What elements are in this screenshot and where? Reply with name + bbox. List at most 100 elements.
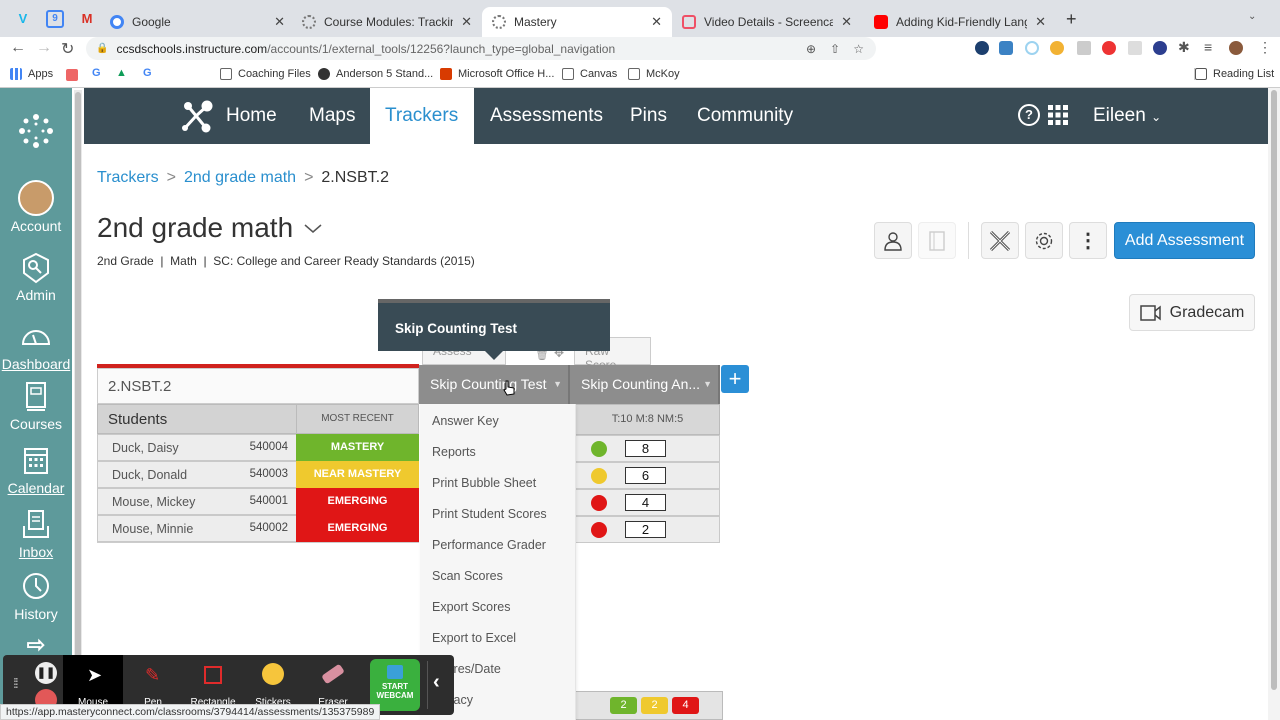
tab-google[interactable]: Google ✕: [100, 7, 295, 37]
menu-item-print-student-scores[interactable]: Print Student Scores: [432, 507, 547, 521]
pause-icon[interactable]: ❚❚: [35, 662, 57, 684]
nav-courses[interactable]: Courses: [0, 380, 72, 432]
nav-trackers[interactable]: Trackers: [370, 88, 474, 144]
masteryconnect-logo-icon[interactable]: [179, 98, 215, 134]
nav-calendar[interactable]: Calendar: [0, 444, 72, 496]
tab-course-modules[interactable]: Course Modules: Tracking a 2n ✕: [292, 7, 482, 37]
student-row[interactable]: Mouse, Mickey 540001: [97, 488, 297, 515]
close-tab-icon[interactable]: ✕: [841, 14, 852, 30]
menu-item-print-bubble-sheet[interactable]: Print Bubble Sheet: [432, 476, 536, 490]
collapse-chevron-left-icon[interactable]: ‹: [433, 671, 440, 694]
back-icon[interactable]: ←: [10, 39, 26, 57]
menu-item-scan-scores[interactable]: Scan Scores: [432, 569, 503, 583]
extension-icon[interactable]: [1077, 41, 1091, 55]
student-row[interactable]: Duck, Donald 540003: [97, 461, 297, 488]
gradecam-button[interactable]: Gradecam: [1129, 294, 1255, 331]
close-tab-icon[interactable]: ✕: [274, 14, 285, 30]
bookmark-apps[interactable]: Apps: [10, 68, 53, 80]
google-bookmark-icon[interactable]: G: [143, 67, 152, 79]
student-view-button[interactable]: [874, 222, 912, 259]
bookmark-star-icon[interactable]: ☆: [853, 42, 864, 56]
more-options-button[interactable]: ⋮: [1069, 222, 1107, 259]
tools-button[interactable]: [981, 222, 1019, 259]
new-tab-button[interactable]: +: [1066, 9, 1077, 30]
assessment-column-header[interactable]: Skip Counting An... ▼: [570, 365, 720, 404]
bookmark-microsoft-office[interactable]: Microsoft Office H...: [440, 68, 554, 80]
apps-grid-icon[interactable]: [1047, 104, 1069, 126]
bookmark-icon[interactable]: [66, 69, 78, 81]
nav-account[interactable]: Account: [0, 180, 72, 234]
nav-home[interactable]: Home: [211, 88, 292, 144]
more-menu-icon[interactable]: ⋮: [1258, 39, 1272, 56]
close-tab-icon[interactable]: ✕: [461, 14, 472, 30]
page-scrollbar[interactable]: [1268, 88, 1280, 720]
tab-youtube[interactable]: Adding Kid-Friendly Language ✕: [864, 7, 1056, 37]
bookmark-anderson[interactable]: Anderson 5 Stand...: [318, 68, 433, 80]
nav-admin[interactable]: Admin: [0, 251, 72, 303]
close-tab-icon[interactable]: ✕: [651, 14, 662, 30]
menu-item-export-scores[interactable]: Export Scores: [432, 600, 511, 614]
forward-icon[interactable]: →: [36, 39, 52, 57]
nav-inbox[interactable]: Inbox: [0, 508, 72, 560]
nav-maps[interactable]: Maps: [294, 88, 370, 144]
most-recent-column-header[interactable]: MOST RECENT: [296, 404, 419, 434]
student-row[interactable]: Duck, Daisy 540004: [97, 434, 297, 461]
menu-item-answer-key[interactable]: Answer Key: [432, 414, 499, 428]
score-input[interactable]: 4: [625, 494, 666, 511]
nav-pins[interactable]: Pins: [615, 88, 682, 144]
canvas-logo-icon[interactable]: [17, 112, 55, 150]
score-input[interactable]: 8: [625, 440, 666, 457]
bookmark-coaching-files[interactable]: Coaching Files: [220, 68, 311, 80]
bookmark-mckoy[interactable]: McKoy: [628, 68, 680, 80]
profile-avatar-icon[interactable]: [1229, 41, 1243, 55]
menu-item-reports[interactable]: Reports: [432, 445, 476, 459]
breadcrumb-trackers[interactable]: Trackers: [97, 169, 159, 186]
tab-screencastify[interactable]: Video Details - Screencastify ✕: [672, 7, 862, 37]
extension-icon[interactable]: [1153, 41, 1167, 55]
breadcrumb-2nd-grade-math[interactable]: 2nd grade math: [184, 169, 296, 186]
extension-icon[interactable]: [999, 41, 1013, 55]
add-column-button[interactable]: +: [721, 365, 749, 393]
reload-icon[interactable]: ↻: [61, 39, 74, 59]
score-input[interactable]: 6: [625, 467, 666, 484]
extension-icon[interactable]: [1025, 41, 1039, 55]
mastery-level-badge: EMERGING: [296, 515, 419, 542]
nav-community[interactable]: Community: [682, 88, 808, 144]
extension-icon[interactable]: [1050, 41, 1064, 55]
gmail-pinned-tab[interactable]: M: [78, 10, 96, 28]
nav-dashboard[interactable]: Dashboard: [0, 320, 72, 372]
nav-assessments[interactable]: Assessments: [475, 88, 618, 144]
tracker-switch-chevron-icon[interactable]: [302, 222, 324, 236]
help-icon[interactable]: ?: [1018, 104, 1040, 126]
drag-handle-icon[interactable]: ⁞⁞: [13, 675, 19, 691]
notebook-button[interactable]: [918, 222, 956, 259]
share-icon[interactable]: ⇧: [830, 42, 840, 56]
students-column-header[interactable]: Students: [97, 404, 297, 434]
extension-icon[interactable]: [1128, 41, 1142, 55]
media-icon[interactable]: ≡: [1204, 39, 1212, 55]
zoom-icon[interactable]: ⊕: [806, 42, 816, 56]
calendar-pinned-tab[interactable]: 9: [46, 10, 64, 28]
menu-item-export-to-excel[interactable]: Export to Excel: [432, 631, 516, 645]
student-row[interactable]: Mouse, Minnie 540002: [97, 515, 297, 542]
settings-button[interactable]: [1025, 222, 1063, 259]
assessment-column-header[interactable]: Skip Counting Test ▼: [419, 365, 570, 404]
tab-search-chevron-icon[interactable]: ⌄: [1248, 11, 1256, 22]
reading-list[interactable]: Reading List: [1194, 68, 1274, 80]
extension-icon[interactable]: [1102, 41, 1116, 55]
left-scrollbar[interactable]: [74, 90, 82, 720]
bookmark-canvas[interactable]: Canvas: [562, 68, 617, 80]
user-menu[interactable]: Eileen ⌄: [1093, 105, 1161, 127]
add-assessment-button[interactable]: Add Assessment: [1114, 222, 1255, 259]
drive-bookmark-icon[interactable]: ▲: [116, 67, 127, 79]
vimeo-pinned-tab[interactable]: V: [14, 10, 32, 28]
close-tab-icon[interactable]: ✕: [1035, 14, 1046, 30]
score-input[interactable]: 2: [625, 521, 666, 538]
puzzle-extensions-icon[interactable]: ✱: [1178, 39, 1190, 56]
google-bookmark-icon[interactable]: G: [92, 67, 101, 79]
nav-history[interactable]: History: [0, 570, 72, 622]
extension-icon[interactable]: [975, 41, 989, 55]
tab-mastery[interactable]: Mastery ✕: [482, 7, 672, 37]
address-bar[interactable]: 🔒 ccsdschools.instructure.com/accounts/1…: [86, 37, 876, 60]
menu-item-performance-grader[interactable]: Performance Grader: [432, 538, 546, 552]
